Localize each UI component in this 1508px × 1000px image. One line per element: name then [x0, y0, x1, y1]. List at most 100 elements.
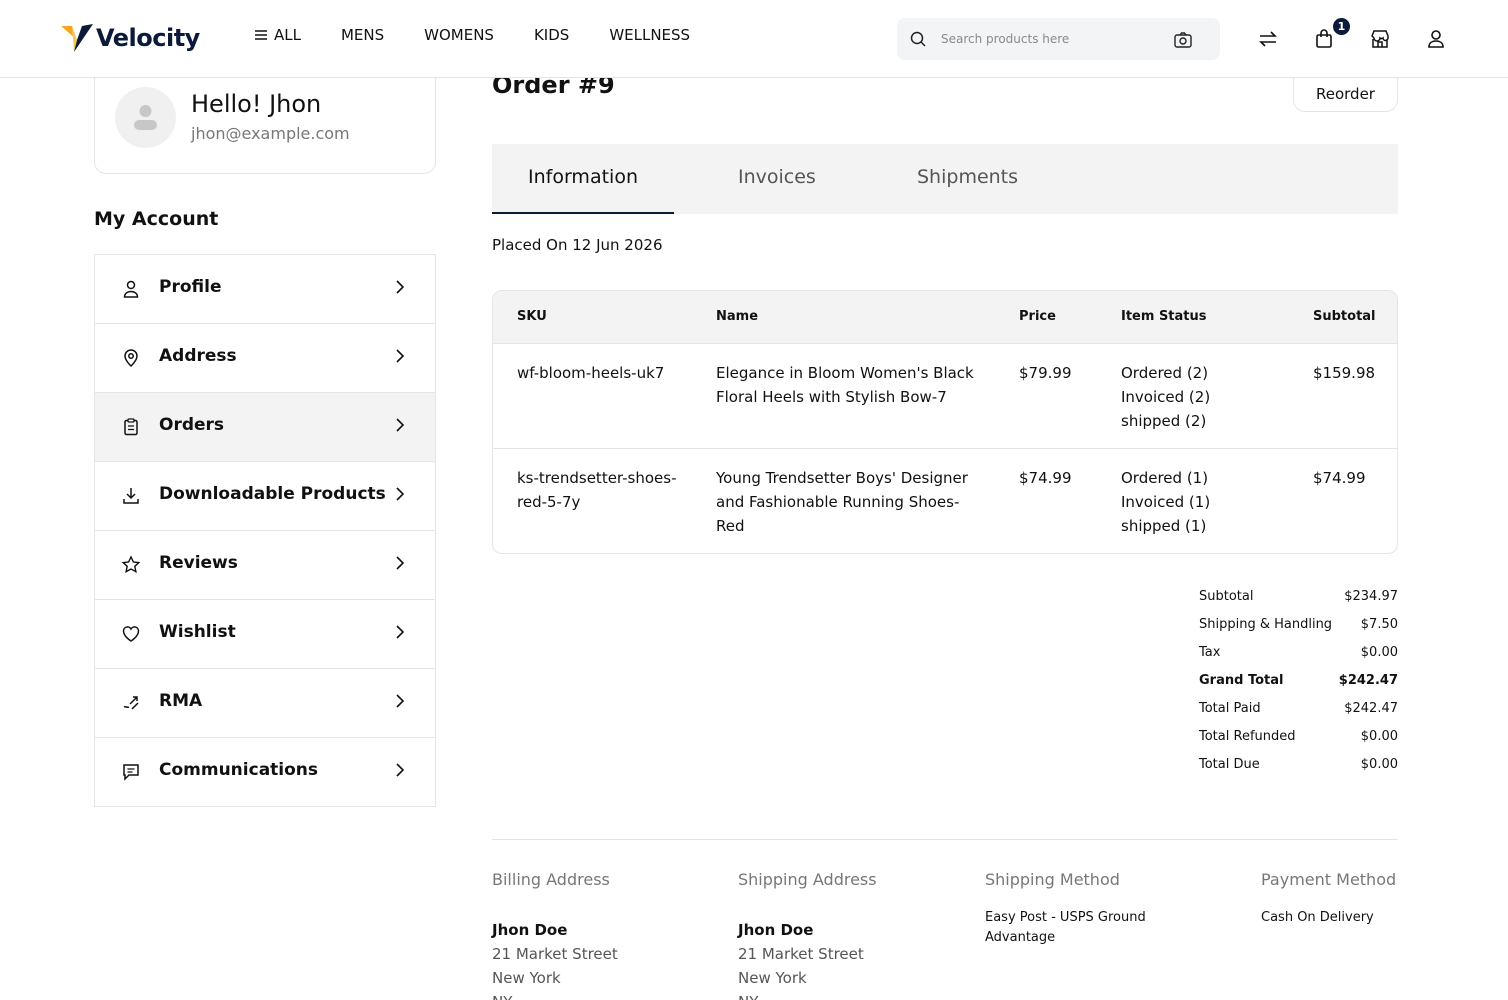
total-value: $7.50 — [1360, 617, 1398, 632]
sidebar-item-reviews[interactable]: Reviews — [95, 531, 435, 600]
account-icon[interactable] — [1425, 28, 1447, 50]
total-value: $0.00 — [1360, 645, 1398, 660]
logo[interactable]: Velocity — [60, 20, 200, 56]
total-label: Total Refunded — [1199, 729, 1296, 744]
nav-all[interactable]: ALL — [253, 26, 301, 44]
nav-womens[interactable]: WOMENS — [424, 26, 494, 44]
tab-invoices[interactable]: Invoices — [738, 144, 816, 214]
user-icon — [123, 280, 139, 298]
billing-line1: 21 Market Street — [492, 945, 618, 963]
sidebar-item-label: Profile — [159, 277, 222, 297]
item-price: $74.99 — [1019, 469, 1072, 487]
shipping-method-heading: Shipping Method — [985, 870, 1120, 889]
item-sku: ks-trendsetter-shoes-red-5-7y — [517, 469, 677, 511]
status-invoiced: Invoiced (2) — [1121, 388, 1211, 406]
item-price: $79.99 — [1019, 364, 1072, 382]
greeting: Hello! Jhon — [191, 90, 322, 118]
menu-icon — [255, 30, 267, 40]
item-name: Elegance in Bloom Women's Black Floral H… — [716, 364, 974, 406]
total-value: $242.47 — [1338, 673, 1398, 688]
status-shipped: shipped (1) — [1121, 517, 1207, 535]
sidebar-item-address[interactable]: Address — [95, 324, 435, 393]
status-ordered: Ordered (2) — [1121, 364, 1209, 382]
item-name: Young Trendsetter Boys' Designer and Fas… — [716, 469, 968, 535]
item-subtotal: $74.99 — [1313, 469, 1366, 487]
search-input[interactable] — [941, 28, 1161, 50]
sidebar-item-downloadable-products[interactable]: Downloadable Products — [95, 462, 435, 531]
velocity-logo-icon — [61, 24, 93, 52]
table-row: ks-trendsetter-shoes-red-5-7y Young Tren… — [493, 449, 1397, 553]
sidebar-item-communications[interactable]: Communications — [95, 738, 435, 806]
tab-information[interactable]: Information — [492, 144, 674, 214]
order-totals: Subtotal $234.97 Shipping & Handling $7.50… — [1199, 586, 1398, 782]
order-tabs: Information Invoices Shipments — [492, 144, 1398, 214]
shipping-address: Jhon Doe 21 Market Street New York NY — [738, 918, 864, 1000]
total-label: Shipping & Handling — [1199, 617, 1333, 632]
chevron-right-icon — [396, 487, 405, 501]
chevron-right-icon — [396, 280, 405, 294]
table-row: wf-bloom-heels-uk7 Elegance in Bloom Wom… — [493, 344, 1397, 449]
site-header: Velocity ALL MENS WOMENS KIDS WELLNESS 1 — [0, 0, 1508, 78]
chevron-right-icon — [396, 694, 405, 708]
avatar — [115, 87, 176, 148]
nav-wellness[interactable]: WELLNESS — [609, 26, 690, 44]
main-nav: ALL MENS WOMENS KIDS WELLNESS — [253, 26, 690, 44]
total-subtotal: Subtotal $234.97 — [1199, 586, 1398, 614]
status-shipped: shipped (2) — [1121, 412, 1207, 430]
col-item-status: Item Status — [1121, 309, 1207, 324]
item-status: Ordered (2) Invoiced (2) shipped (2) — [1121, 361, 1271, 433]
tab-shipments[interactable]: Shipments — [917, 144, 1018, 214]
total-label: Total Paid — [1199, 701, 1261, 716]
status-invoiced: Invoiced (1) — [1121, 493, 1211, 511]
sidebar-item-profile[interactable]: Profile — [95, 255, 435, 324]
chevron-right-icon — [396, 349, 405, 363]
billing-line2: New York — [492, 969, 561, 987]
nav-kids[interactable]: KIDS — [534, 26, 569, 44]
cart-count-badge: 1 — [1331, 16, 1352, 37]
col-subtotal: Subtotal — [1313, 309, 1376, 324]
sidebar-item-label: Orders — [159, 415, 225, 435]
total-value: $234.97 — [1344, 589, 1398, 604]
avatar-placeholder-icon — [134, 105, 157, 130]
camera-icon[interactable] — [1173, 30, 1193, 50]
sidebar-item-orders[interactable]: Orders — [95, 393, 435, 462]
location-icon — [124, 349, 138, 368]
my-account-title: My Account — [94, 208, 219, 230]
placed-on-date: Placed On 12 Jun 2026 — [492, 236, 663, 254]
orders-icon — [124, 418, 138, 436]
nav-wellness-label: WELLNESS — [609, 26, 691, 44]
total-label: Total Due — [1199, 757, 1260, 772]
billing-address-heading: Billing Address — [492, 870, 610, 889]
total-grand: Grand Total $242.47 — [1199, 670, 1398, 698]
payment-method-value: Cash On Delivery — [1261, 910, 1374, 925]
total-shipping: Shipping & Handling $7.50 — [1199, 614, 1398, 642]
user-email: jhon@example.com — [191, 124, 350, 143]
store-icon[interactable] — [1369, 28, 1391, 50]
status-ordered: Ordered (1) — [1121, 469, 1209, 487]
compare-icon[interactable] — [1257, 28, 1279, 50]
download-icon — [123, 488, 139, 504]
total-label: Tax — [1199, 645, 1221, 660]
total-due: Total Due $0.00 — [1199, 754, 1398, 782]
divider — [492, 839, 1398, 840]
sidebar-item-label: Wishlist — [159, 622, 236, 642]
chevron-right-icon — [396, 556, 405, 570]
chevron-right-icon — [396, 418, 405, 432]
search-icon — [910, 31, 926, 47]
nav-mens[interactable]: MENS — [341, 26, 384, 44]
account-menu: Profile Address Orders Downloadable Prod… — [94, 254, 436, 807]
search-bar — [897, 18, 1220, 60]
billing-name: Jhon Doe — [492, 921, 568, 939]
total-label: Grand Total — [1199, 673, 1284, 688]
sidebar-item-wishlist[interactable]: Wishlist — [95, 600, 435, 669]
sidebar-item-rma[interactable]: RMA — [95, 669, 435, 738]
shipping-address-heading: Shipping Address — [738, 870, 877, 889]
billing-line3: NY — [492, 990, 618, 1000]
item-subtotal: $159.98 — [1313, 364, 1376, 382]
shipping-line1: 21 Market Street — [738, 945, 864, 963]
nav-mens-label: MENS — [340, 26, 385, 44]
nav-womens-label: WOMENS — [424, 26, 494, 44]
billing-address: Jhon Doe 21 Market Street New York NY — [492, 918, 618, 1000]
payment-method-heading: Payment Method — [1261, 870, 1397, 889]
item-sku: wf-bloom-heels-uk7 — [517, 364, 665, 382]
